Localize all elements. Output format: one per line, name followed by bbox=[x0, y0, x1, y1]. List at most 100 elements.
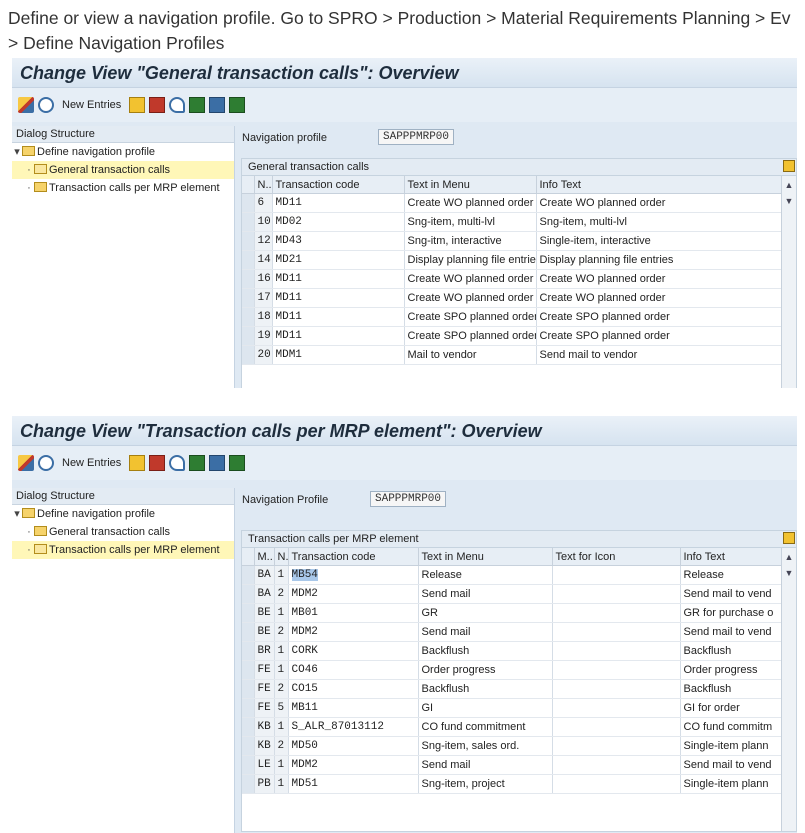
cell-transaction-code[interactable]: MB01 bbox=[288, 603, 419, 623]
deselect-all-icon[interactable] bbox=[229, 97, 246, 113]
vertical-scrollbar[interactable]: ▲ ▼ bbox=[781, 532, 796, 831]
column-header-transaction-code[interactable]: Transaction code bbox=[288, 548, 419, 566]
cell-transaction-code[interactable]: CORK bbox=[288, 641, 419, 661]
table-row[interactable]: BR 1 CORK Backflush Backflush bbox=[242, 641, 783, 661]
cell-text-in-menu[interactable]: CO fund commitment bbox=[418, 717, 553, 737]
cell-text-in-menu[interactable]: GR bbox=[418, 603, 553, 623]
undo-icon[interactable] bbox=[169, 455, 186, 471]
cell-text-in-menu[interactable]: Create WO planned order bbox=[404, 269, 537, 289]
select-block-icon[interactable] bbox=[209, 97, 226, 113]
cell-transaction-code[interactable]: CO46 bbox=[288, 660, 419, 680]
row-selector[interactable] bbox=[242, 660, 255, 680]
cell-transaction-code[interactable]: MD11 bbox=[272, 269, 405, 289]
cell-text-in-menu[interactable]: GI bbox=[418, 698, 553, 718]
scroll-up-icon[interactable]: ▲ bbox=[782, 178, 796, 192]
cell-info-text[interactable]: Send mail to vend bbox=[680, 622, 783, 642]
new-entries-button[interactable]: New Entries bbox=[62, 99, 121, 111]
column-settings-icon[interactable] bbox=[783, 532, 795, 544]
transaction-code-value[interactable]: MB01 bbox=[292, 607, 318, 619]
cell-text-for-icon[interactable] bbox=[552, 755, 681, 775]
row-selector[interactable] bbox=[242, 622, 255, 642]
column-header-transaction-code[interactable]: Transaction code bbox=[272, 176, 405, 194]
deselect-all-icon[interactable] bbox=[229, 455, 246, 471]
cell-text-in-menu[interactable]: Order progress bbox=[418, 660, 553, 680]
row-selector[interactable] bbox=[242, 755, 255, 775]
cell-info-text[interactable]: Backflush bbox=[680, 679, 783, 699]
transaction-code-value[interactable]: CO15 bbox=[292, 683, 318, 695]
tree-item-define-navigation-profile[interactable]: ▾ Define navigation profile bbox=[12, 505, 234, 523]
scroll-up-icon[interactable]: ▲ bbox=[782, 550, 796, 564]
row-selector[interactable] bbox=[242, 698, 255, 718]
cell-transaction-code[interactable]: MB11 bbox=[288, 698, 419, 718]
table-row[interactable]: FE 1 CO46 Order progress Order progress bbox=[242, 660, 783, 680]
transaction-code-value[interactable]: MD51 bbox=[292, 778, 318, 790]
table-row[interactable]: 12 MD43 Sng-itm, interactive Single-item, i… bbox=[242, 231, 783, 251]
transaction-code-value[interactable]: CO46 bbox=[292, 664, 318, 676]
row-selector[interactable] bbox=[242, 212, 255, 232]
cell-info-text[interactable]: Release bbox=[680, 565, 783, 585]
transaction-code-value[interactable]: MD50 bbox=[292, 740, 318, 752]
navigation-profile-field[interactable]: SAPPPMRP00 bbox=[370, 491, 447, 507]
cell-transaction-code[interactable]: MDM2 bbox=[288, 584, 419, 604]
table-row[interactable]: BE 1 MB01 GR GR for purchase o bbox=[242, 603, 783, 623]
cell-text-for-icon[interactable] bbox=[552, 622, 681, 642]
table-row[interactable]: BA 1 MB54 Release Release bbox=[242, 565, 783, 585]
cell-info-text[interactable]: Single-item, interactive bbox=[536, 231, 783, 251]
navigation-profile-field[interactable]: SAPPPMRP00 bbox=[378, 129, 455, 145]
select-all-column[interactable] bbox=[242, 176, 255, 194]
column-header-n[interactable]: N.. bbox=[254, 176, 273, 194]
cell-info-text[interactable]: Create SPO planned order bbox=[536, 307, 783, 327]
transaction-code-value[interactable]: S_ALR_87013112 bbox=[292, 721, 384, 733]
tree-item-transaction-calls-per-mrp-element[interactable]: · Transaction calls per MRP element bbox=[12, 541, 234, 559]
find-icon[interactable] bbox=[38, 97, 54, 113]
table-row[interactable]: PB 1 MD51 Sng-item, project Single-item plan… bbox=[242, 774, 783, 794]
cell-text-for-icon[interactable] bbox=[552, 774, 681, 794]
cell-info-text[interactable]: GI for order bbox=[680, 698, 783, 718]
cell-info-text[interactable]: Send mail to vend bbox=[680, 584, 783, 604]
delete-icon[interactable] bbox=[149, 97, 166, 113]
cell-transaction-code[interactable]: MD43 bbox=[272, 231, 405, 251]
table-row[interactable]: 6 MD11 Create WO planned order Create WO pl… bbox=[242, 193, 783, 213]
cell-text-in-menu[interactable]: Mail to vendor bbox=[404, 345, 537, 365]
tree-item-general-transaction-calls[interactable]: · General transaction calls bbox=[12, 161, 234, 179]
column-settings-icon[interactable] bbox=[783, 160, 795, 172]
column-header-text-in-menu[interactable]: Text in Menu bbox=[404, 176, 537, 194]
cell-text-in-menu[interactable]: Backflush bbox=[418, 679, 553, 699]
select-all-icon[interactable] bbox=[189, 97, 206, 113]
cell-text-for-icon[interactable] bbox=[552, 584, 681, 604]
row-selector[interactable] bbox=[242, 717, 255, 737]
row-selector[interactable] bbox=[242, 288, 255, 308]
cell-info-text[interactable]: Create WO planned order bbox=[536, 269, 783, 289]
cell-text-for-icon[interactable] bbox=[552, 565, 681, 585]
cell-text-in-menu[interactable]: Send mail bbox=[418, 584, 553, 604]
undo-icon[interactable] bbox=[169, 97, 186, 113]
table-row[interactable]: KB 1 S_ALR_87013112 CO fund commitment CO fu… bbox=[242, 717, 783, 737]
row-selector[interactable] bbox=[242, 193, 255, 213]
cell-info-text[interactable]: Send mail to vendor bbox=[536, 345, 783, 365]
column-header-text-in-menu[interactable]: Text in Menu bbox=[418, 548, 553, 566]
cell-text-for-icon[interactable] bbox=[552, 641, 681, 661]
scroll-down-icon[interactable]: ▼ bbox=[782, 194, 796, 208]
cell-transaction-code[interactable]: MD11 bbox=[272, 307, 405, 327]
select-all-column[interactable] bbox=[242, 548, 255, 566]
new-entries-button[interactable]: New Entries bbox=[62, 457, 121, 469]
cell-transaction-code[interactable]: MDM1 bbox=[272, 345, 405, 365]
table-row[interactable]: KB 2 MD50 Sng-item, sales ord. Single-item p… bbox=[242, 736, 783, 756]
cell-info-text[interactable]: Order progress bbox=[680, 660, 783, 680]
cell-info-text[interactable]: GR for purchase o bbox=[680, 603, 783, 623]
copy-icon[interactable] bbox=[129, 97, 146, 113]
cell-info-text[interactable]: Single-item plann bbox=[680, 774, 783, 794]
cell-text-for-icon[interactable] bbox=[552, 736, 681, 756]
cell-text-in-menu[interactable]: Release bbox=[418, 565, 553, 585]
cell-transaction-code[interactable]: MDM2 bbox=[288, 755, 419, 775]
cell-text-for-icon[interactable] bbox=[552, 660, 681, 680]
cell-text-for-icon[interactable] bbox=[552, 603, 681, 623]
row-selector[interactable] bbox=[242, 584, 255, 604]
table-row[interactable]: LE 1 MDM2 Send mail Send mail to vend bbox=[242, 755, 783, 775]
table-row[interactable]: 14 MD21 Display planning file entries Displ… bbox=[242, 250, 783, 270]
table-row[interactable]: 17 MD11 Create WO planned order Create WO p… bbox=[242, 288, 783, 308]
cell-text-in-menu[interactable]: Backflush bbox=[418, 641, 553, 661]
find-icon[interactable] bbox=[38, 455, 54, 471]
copy-icon[interactable] bbox=[129, 455, 146, 471]
select-block-icon[interactable] bbox=[209, 455, 226, 471]
